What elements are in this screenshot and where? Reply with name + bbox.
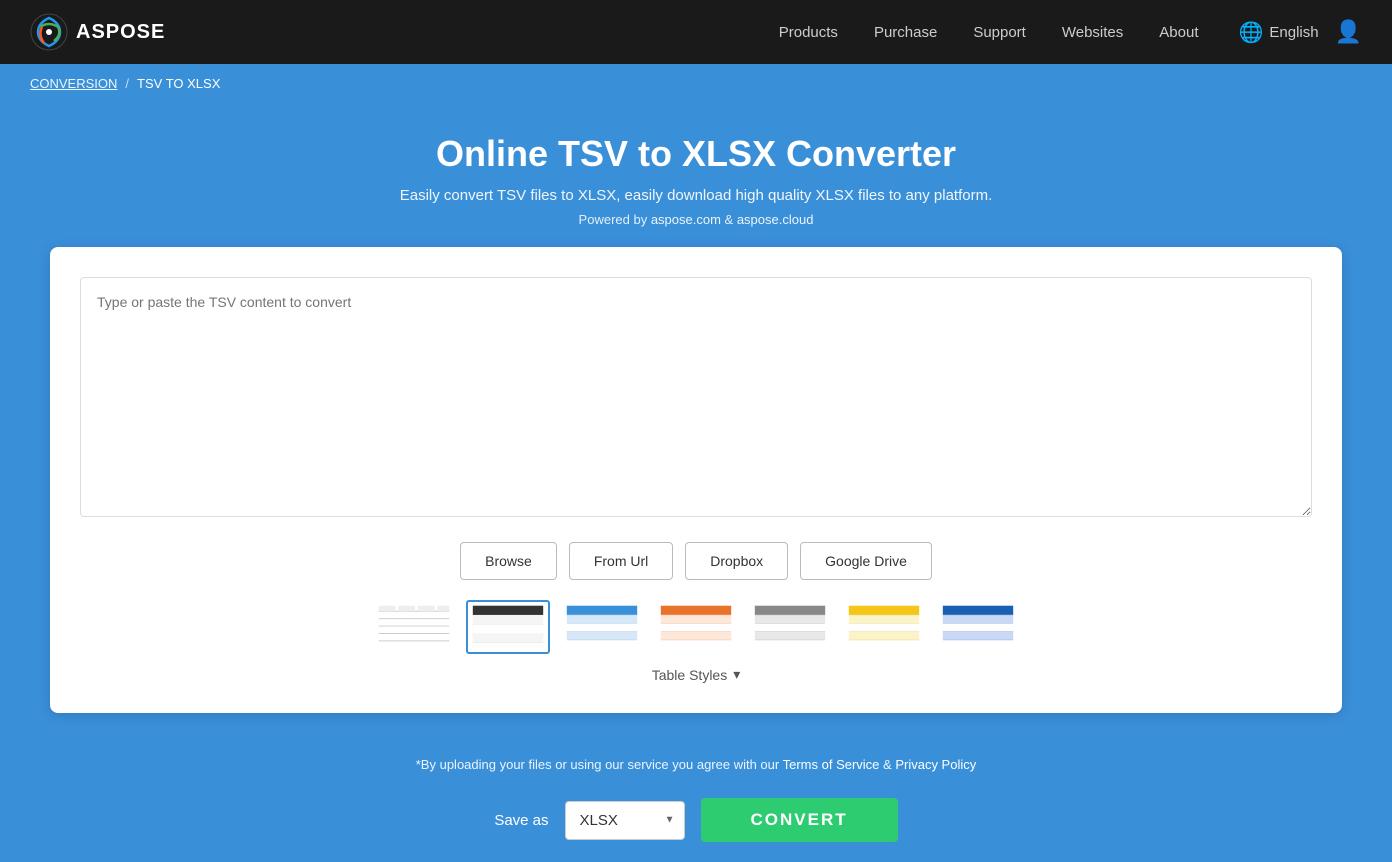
navbar: ASPOSE Products Purchase Support Website… — [0, 0, 1392, 64]
nav-logo-text: ASPOSE — [76, 21, 165, 44]
nav-logo[interactable]: ASPOSE — [30, 13, 165, 51]
terms-of-service-link[interactable]: Terms of Service — [783, 757, 880, 772]
save-as-label: Save as — [494, 812, 548, 829]
breadcrumb-current: TSV TO XLSX — [137, 76, 220, 91]
table-style-yellow[interactable] — [842, 600, 926, 654]
link-aspose-cloud[interactable]: aspose.cloud — [737, 212, 814, 227]
table-styles-label[interactable]: Table Styles ▾ — [80, 666, 1312, 683]
hero-subtitle: Easily convert TSV files to XLSX, easily… — [20, 187, 1372, 204]
table-style-orange[interactable] — [654, 600, 738, 654]
nav-language-selector[interactable]: 🌐 English — [1238, 20, 1318, 45]
hero-powered: Powered by aspose.com & aspose.cloud — [20, 212, 1372, 227]
globe-icon: 🌐 — [1238, 20, 1263, 45]
main-card: Browse From Url Dropbox Google Drive — [0, 247, 1392, 743]
table-styles-row — [80, 600, 1312, 654]
format-select-wrapper: XLSX CSV ODS XLS XLSM — [565, 801, 685, 840]
dropbox-button[interactable]: Dropbox — [685, 542, 788, 580]
chevron-down-icon: ▾ — [733, 666, 740, 683]
google-drive-button[interactable]: Google Drive — [800, 542, 932, 580]
nav-lang-label: English — [1269, 24, 1318, 41]
convert-row: Save as XLSX CSV ODS XLS XLSM CONVERT — [20, 788, 1372, 862]
nav-right: 🌐 English 👤 — [1238, 19, 1362, 45]
from-url-button[interactable]: From Url — [569, 542, 673, 580]
nav-link-websites[interactable]: Websites — [1062, 24, 1123, 41]
nav-link-support[interactable]: Support — [973, 24, 1026, 41]
nav-link-purchase[interactable]: Purchase — [874, 24, 937, 41]
terms-text: *By uploading your files or using our se… — [20, 757, 1372, 772]
link-aspose-com[interactable]: aspose.com — [651, 212, 721, 227]
convert-button[interactable]: CONVERT — [701, 798, 898, 842]
breadcrumb: CONVERSION / TSV TO XLSX — [0, 64, 1392, 103]
table-style-blue2[interactable] — [936, 600, 1020, 654]
aspose-logo-icon — [30, 13, 68, 51]
table-style-blue[interactable] — [560, 600, 644, 654]
breadcrumb-parent[interactable]: CONVERSION — [30, 76, 117, 91]
hero-section: Online TSV to XLSX Converter Easily conv… — [0, 103, 1392, 247]
file-buttons-row: Browse From Url Dropbox Google Drive — [80, 542, 1312, 580]
hero-title: Online TSV to XLSX Converter — [20, 133, 1372, 175]
table-style-plain[interactable] — [372, 600, 456, 654]
breadcrumb-separator: / — [125, 76, 129, 91]
user-icon[interactable]: 👤 — [1335, 19, 1362, 45]
format-select[interactable]: XLSX CSV ODS XLS XLSM — [565, 801, 685, 840]
table-style-dark[interactable] — [466, 600, 550, 654]
nav-links: Products Purchase Support Websites About — [779, 24, 1199, 41]
nav-link-about[interactable]: About — [1159, 24, 1198, 41]
browse-button[interactable]: Browse — [460, 542, 557, 580]
bottom-section: *By uploading your files or using our se… — [0, 743, 1392, 862]
card-inner: Browse From Url Dropbox Google Drive — [50, 247, 1342, 713]
nav-link-products[interactable]: Products — [779, 24, 838, 41]
tsv-textarea[interactable] — [80, 277, 1312, 517]
table-style-gray[interactable] — [748, 600, 832, 654]
privacy-policy-link[interactable]: Privacy Policy — [895, 757, 976, 772]
